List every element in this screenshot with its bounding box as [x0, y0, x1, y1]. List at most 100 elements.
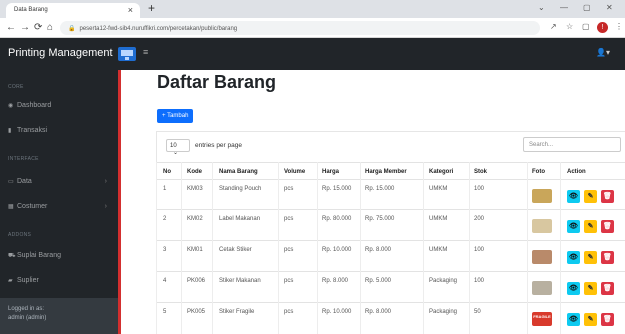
cell-nama-barang: Stiker Makanan	[219, 278, 261, 284]
maximize-icon[interactable]: ▢	[583, 3, 591, 12]
column-header-kode[interactable]: Kode	[187, 169, 202, 175]
column-header-foto[interactable]: Foto	[532, 169, 545, 175]
user-menu-icon[interactable]: 👤▾	[596, 48, 610, 57]
back-icon[interactable]: ←	[6, 22, 16, 33]
cell-nama-barang: Cetak Stiker	[219, 247, 252, 253]
cell-volume: pcs	[284, 278, 294, 284]
browser-menu-icon[interactable]: ⋮	[615, 22, 623, 31]
view-icon[interactable]: 👁	[567, 190, 580, 203]
app-brand[interactable]: Printing Management	[8, 47, 113, 59]
sidebar-item-suplier[interactable]: ▰ Suplier	[8, 277, 113, 284]
app-top-nav: Printing Management ≡ 👤▾	[0, 38, 625, 70]
bookmark-star-icon[interactable]: ☆	[566, 22, 573, 31]
table-header-border	[156, 179, 625, 180]
column-header-nama-barang[interactable]: Nama Barang	[219, 169, 258, 175]
cell-no: 5	[163, 309, 167, 315]
view-icon[interactable]: 👁	[567, 220, 580, 233]
side-panel-icon[interactable]: ▢	[582, 22, 590, 31]
cell-kategori: Packaging	[429, 278, 458, 284]
edit-icon[interactable]: ✎	[584, 220, 597, 233]
edit-icon[interactable]: ✎	[584, 282, 597, 295]
sidebar-item-suplai-barang[interactable]: ⛟Suplai Barang	[8, 252, 113, 260]
cell-kategori: UMKM	[429, 247, 448, 253]
sidebar-item-label: Data	[17, 178, 32, 185]
cell-stok: 200	[474, 216, 485, 222]
cell-kode: PK005	[187, 309, 206, 315]
cell-harga: Rp. 10.000	[322, 247, 352, 253]
add-button[interactable]: + Tambah	[157, 109, 194, 123]
column-header-harga-member[interactable]: Harga Member	[365, 169, 407, 175]
cell-nama-barang: Standing Pouch	[219, 186, 262, 192]
edit-icon[interactable]: ✎	[584, 190, 597, 203]
extension-icon[interactable]: !	[597, 22, 608, 33]
cell-harga: Rp. 10.000	[322, 309, 352, 315]
sidebar-heading-interface: INTERFACE	[8, 156, 39, 162]
tab-close-icon[interactable]: ×	[128, 5, 133, 15]
sidebar-item-transaksi[interactable]: ▮ Transaksi	[8, 127, 113, 134]
column-header-stok[interactable]: Stok	[474, 169, 487, 175]
home-icon[interactable]: ⌂	[47, 22, 53, 33]
cell-stok: 100	[474, 247, 485, 253]
column-separator	[469, 162, 470, 334]
reload-icon[interactable]: ⟳	[34, 22, 42, 33]
sidebar-footer: Logged in as: admin (admin)	[0, 298, 118, 334]
close-window-icon[interactable]: ✕	[606, 3, 613, 12]
view-icon[interactable]: 👁	[567, 251, 580, 264]
column-header-harga[interactable]: Harga	[322, 169, 339, 175]
cell-volume: pcs	[284, 247, 294, 253]
sidebar-item-data[interactable]: ▭ Data ›	[8, 178, 113, 185]
share-icon[interactable]: ↗	[550, 22, 557, 31]
cell-kode: KM02	[187, 216, 203, 222]
minimize-icon[interactable]: —	[560, 3, 568, 12]
cell-harga: Rp. 8.000	[322, 278, 349, 284]
cell-harga-member: Rp. 5.000	[365, 278, 392, 284]
new-tab-icon[interactable]: +	[148, 1, 155, 15]
search-input[interactable]: Search...	[523, 137, 621, 152]
cell-harga-member: Rp. 8.000	[365, 309, 392, 315]
cell-kode: KM03	[187, 186, 203, 192]
url-text: peserta12-fwd-sib4.nuruffikri.com/percet…	[79, 26, 238, 32]
delete-icon[interactable]: 🗑	[601, 313, 614, 326]
row-divider	[156, 209, 625, 210]
table-top-border	[156, 162, 625, 163]
cell-no: 1	[163, 186, 167, 192]
cell-kode: KM01	[187, 247, 203, 253]
url-bar[interactable]: 🔒 peserta12-fwd-sib4.nuruffikri.com/perce…	[60, 21, 540, 35]
view-icon[interactable]: 👁	[567, 313, 580, 326]
column-separator	[527, 162, 528, 334]
dashboard-icon: ◉	[8, 103, 14, 109]
edit-icon[interactable]: ✎	[584, 313, 597, 326]
cell-kategori: UMKM	[429, 216, 448, 222]
sidebar-item-dashboard[interactable]: ◉ Dashboard	[8, 102, 113, 109]
tab-search-icon[interactable]: ⌄	[538, 3, 545, 12]
column-separator	[212, 162, 213, 334]
entries-per-page-select[interactable]: 10 ⌄	[166, 139, 190, 156]
forward-icon[interactable]: →	[20, 22, 30, 33]
row-divider	[156, 271, 625, 272]
browser-tab[interactable]: Data Barang ×	[6, 3, 140, 18]
cell-harga-member: Rp. 15.000	[365, 186, 395, 192]
sidebar-item-label: Dashboard	[17, 102, 52, 109]
column-header-volume[interactable]: Volume	[284, 169, 305, 175]
delete-icon[interactable]: 🗑	[601, 220, 614, 233]
product-photo	[532, 250, 552, 264]
column-separator	[278, 162, 279, 334]
sidebar-toggle-icon[interactable]: ≡	[143, 47, 148, 57]
lock-icon: 🔒	[68, 26, 76, 32]
cell-stok: 100	[474, 278, 485, 284]
sidebar-item-costumer[interactable]: ▦ Costumer ›	[8, 203, 113, 210]
column-header-action[interactable]: Action	[567, 169, 586, 175]
delete-icon[interactable]: 🗑	[601, 282, 614, 295]
cell-kategori: Packaging	[429, 309, 458, 315]
delete-icon[interactable]: 🗑	[601, 190, 614, 203]
monitor-logo-icon	[118, 47, 136, 61]
column-header-no[interactable]: No	[163, 169, 171, 175]
cell-harga-member: Rp. 8.000	[365, 247, 392, 253]
logged-in-label: Logged in as:	[8, 306, 45, 312]
cell-kode: PK006	[187, 278, 206, 284]
edit-icon[interactable]: ✎	[584, 251, 597, 264]
delete-icon[interactable]: 🗑	[601, 251, 614, 264]
column-header-kategori[interactable]: Kategori	[429, 169, 453, 175]
view-icon[interactable]: 👁	[567, 282, 580, 295]
column-separator	[360, 162, 361, 334]
